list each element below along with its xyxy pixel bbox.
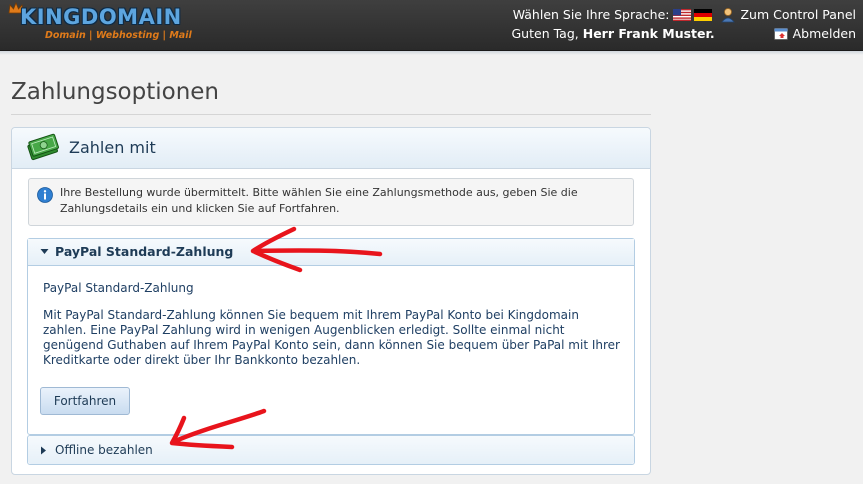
control-panel-link[interactable]: Zum Control Panel xyxy=(740,5,856,24)
paypal-body-heading: PayPal Standard-Zahlung xyxy=(43,281,194,295)
paypal-description: Mit PayPal Standard-Zahlung können Sie b… xyxy=(43,308,620,367)
kingdomain-logo[interactable]: KINGDOMAIN Domain | Webhosting | Mail xyxy=(8,2,192,46)
paypal-option-body: PayPal Standard-Zahlung Mit PayPal Stand… xyxy=(43,281,623,368)
top-header-bar: KINGDOMAIN Domain | Webhosting | Mail Wä… xyxy=(0,0,863,51)
greeting-name: Herr Frank Muster. xyxy=(582,26,715,41)
continue-button[interactable]: Fortfahren xyxy=(40,387,130,415)
caret-right-icon xyxy=(41,446,46,455)
header-shadow xyxy=(0,51,863,55)
offline-option-title: Offline bezahlen xyxy=(55,443,153,457)
logout-icon[interactable] xyxy=(773,26,789,42)
page-title: Zahlungsoptionen xyxy=(11,79,220,105)
logout-link[interactable]: Abmelden xyxy=(793,24,856,43)
info-message: Ihre Bestellung wurde übermittelt. Bitte… xyxy=(28,178,634,226)
info-text: Ihre Bestellung wurde übermittelt. Bitte… xyxy=(60,186,578,215)
language-label: Wählen Sie Ihre Sprache: xyxy=(512,7,670,22)
user-menu: Wählen Sie Ihre Sprache: Zum Control Pan… xyxy=(512,5,857,43)
offline-option-header[interactable]: Offline bezahlen xyxy=(28,436,634,464)
panel-title: Zahlen mit xyxy=(69,138,156,157)
info-icon xyxy=(37,187,53,203)
payment-option-offline: Offline bezahlen xyxy=(27,435,635,465)
payment-option-paypal: PayPal Standard-Zahlung PayPal Standard-… xyxy=(27,238,635,435)
payment-panel: Zahlen mit Ihre Bestellung wurde übermit… xyxy=(11,127,651,475)
caret-down-icon xyxy=(40,249,49,254)
de-flag-icon[interactable] xyxy=(694,8,713,21)
logo-title: KINGDOMAIN xyxy=(20,5,182,29)
money-icon xyxy=(27,133,59,161)
title-divider xyxy=(11,114,651,115)
us-flag-icon[interactable] xyxy=(673,8,692,21)
panel-header: Zahlen mit xyxy=(12,128,650,169)
logo-subtitle: Domain | Webhosting | Mail xyxy=(45,30,192,41)
greeting-prefix: Guten Tag, xyxy=(511,26,579,41)
user-icon xyxy=(721,7,736,22)
paypal-option-title: PayPal Standard-Zahlung xyxy=(55,244,234,259)
paypal-option-header[interactable]: PayPal Standard-Zahlung xyxy=(28,239,634,266)
